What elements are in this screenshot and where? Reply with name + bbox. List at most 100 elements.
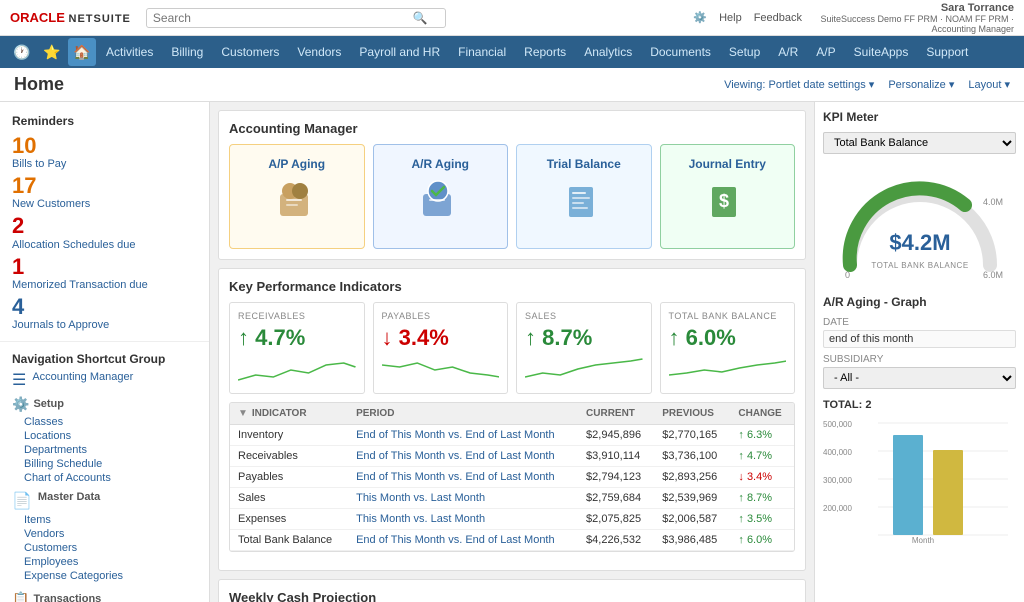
am-journal-entry[interactable]: Journal Entry $: [660, 144, 796, 249]
master-vendors[interactable]: Vendors: [0, 527, 209, 541]
search-input[interactable]: [153, 11, 413, 25]
reminder-bills[interactable]: 10 Bills to Pay: [0, 132, 209, 172]
nav-ar[interactable]: A/R: [770, 41, 806, 63]
subsidiary-dropdown[interactable]: - All -: [823, 367, 1016, 389]
row-change: ↑ 3.5%: [730, 509, 794, 530]
nav-support[interactable]: Support: [918, 41, 976, 63]
setup-chart[interactable]: Chart of Accounts: [0, 471, 209, 485]
nav-vendors[interactable]: Vendors: [289, 41, 349, 63]
kpi-receivables[interactable]: RECEIVABLES ↑ 4.7%: [229, 302, 365, 394]
reminder-memorized[interactable]: 1 Memorized Transaction due: [0, 253, 209, 293]
master-customers[interactable]: Customers: [0, 541, 209, 555]
kpi-meter-dropdown[interactable]: Total Bank Balance: [823, 132, 1016, 154]
allocation-label[interactable]: Allocation Schedules due: [12, 239, 197, 251]
date-value: end of this month: [823, 330, 1016, 348]
row-period[interactable]: End of This Month vs. End of Last Month: [348, 446, 578, 467]
ar-aging-title: A/R Aging - Graph: [823, 295, 1016, 309]
accounting-manager-card-title: Accounting Manager: [229, 121, 795, 136]
accounting-manager-group[interactable]: ☰ Accounting Manager: [0, 368, 209, 392]
nav-suiteapps[interactable]: SuiteApps: [846, 41, 917, 63]
svg-text:0: 0: [845, 270, 850, 280]
ar-aging-section: A/R Aging - Graph DATE end of this month…: [823, 295, 1016, 545]
user-actions-icon[interactable]: ⚙️: [693, 11, 707, 24]
bills-label[interactable]: Bills to Pay: [12, 158, 197, 170]
doc-icon: 📄: [12, 491, 32, 511]
nav-home-icon[interactable]: 🏠: [68, 38, 96, 66]
row-previous: $3,986,485: [654, 530, 730, 551]
nav-customers[interactable]: Customers: [213, 41, 287, 63]
row-period[interactable]: End of This Month vs. End of Last Month: [348, 530, 578, 551]
nav-financial[interactable]: Financial: [450, 41, 514, 63]
svg-text:TOTAL BANK BALANCE: TOTAL BANK BALANCE: [871, 261, 968, 270]
am-trial-balance[interactable]: Trial Balance: [516, 144, 652, 249]
subsidiary-field: SUBSIDIARY - All -: [823, 354, 1016, 393]
reminder-allocation[interactable]: 2 Allocation Schedules due: [0, 212, 209, 252]
row-indicator: Inventory: [230, 425, 348, 446]
nav-reports[interactable]: Reports: [516, 41, 574, 63]
table-row: Inventory End of This Month vs. End of L…: [230, 425, 794, 446]
sort-icon[interactable]: ▼: [238, 408, 248, 419]
nav-setup[interactable]: Setup: [721, 41, 768, 63]
reminder-journals[interactable]: 4 Journals to Approve: [0, 293, 209, 333]
nav-analytics[interactable]: Analytics: [576, 41, 640, 63]
row-period[interactable]: This Month vs. Last Month: [348, 509, 578, 530]
kpi-bank-value: ↑ 6.0%: [669, 325, 787, 351]
nav-documents[interactable]: Documents: [642, 41, 719, 63]
kpi-card: Key Performance Indicators RECEIVABLES ↑…: [218, 268, 806, 571]
nav-clock-icon[interactable]: 🕐: [8, 38, 36, 66]
kpi-bank-balance[interactable]: TOTAL BANK BALANCE ↑ 6.0%: [660, 302, 796, 394]
nav-activities[interactable]: Activities: [98, 41, 161, 63]
row-period[interactable]: End of This Month vs. End of Last Month: [348, 467, 578, 488]
setup-departments[interactable]: Departments: [0, 443, 209, 457]
master-employees[interactable]: Employees: [0, 555, 209, 569]
date-field: DATE end of this month: [823, 317, 1016, 348]
nav-star-icon[interactable]: ⭐: [38, 38, 66, 66]
nav-billing[interactable]: Billing: [163, 41, 211, 63]
nav-ap[interactable]: A/P: [808, 41, 843, 63]
setup-billing[interactable]: Billing Schedule: [0, 457, 209, 471]
memorized-label[interactable]: Memorized Transaction due: [12, 279, 197, 291]
main-content: Accounting Manager A/P Aging: [210, 102, 814, 602]
personalize-button[interactable]: Personalize: [888, 78, 954, 91]
top-right-actions: ⚙️ Help Feedback Sara Torrance SuiteSucc…: [693, 2, 1014, 34]
row-previous: $2,006,587: [654, 509, 730, 530]
kpi-rec-spark: [238, 355, 356, 385]
kpi-rec-value: ↑ 4.7%: [238, 325, 356, 351]
setup-locations[interactable]: Locations: [0, 429, 209, 443]
right-panel: KPI Meter Total Bank Balance $4.2M TOTAL…: [814, 102, 1024, 602]
reminder-customers[interactable]: 17 New Customers: [0, 172, 209, 212]
kpi-payables[interactable]: PAYABLES ↓ 3.4%: [373, 302, 509, 394]
master-items[interactable]: Items: [0, 513, 209, 527]
help-link[interactable]: Help: [719, 12, 742, 24]
row-change: ↑ 6.0%: [730, 530, 794, 551]
setup-classes[interactable]: Classes: [0, 415, 209, 429]
user-info: Sara Torrance SuiteSuccess Demo FF PRM ·…: [814, 2, 1014, 34]
feedback-link[interactable]: Feedback: [754, 12, 802, 24]
search-box[interactable]: 🔍: [146, 8, 446, 28]
row-indicator: Sales: [230, 488, 348, 509]
customers-label[interactable]: New Customers: [12, 198, 197, 210]
row-indicator: Receivables: [230, 446, 348, 467]
kpi-pay-spark: [382, 355, 500, 385]
row-period[interactable]: End of This Month vs. End of Last Month: [348, 425, 578, 446]
master-expenses[interactable]: Expense Categories: [0, 569, 209, 583]
kpi-sales[interactable]: SALES ↑ 8.7%: [516, 302, 652, 394]
table-row: Sales This Month vs. Last Month $2,759,6…: [230, 488, 794, 509]
kpi-rec-label: RECEIVABLES: [238, 311, 356, 321]
am-journal-entry-icon: $: [669, 179, 787, 232]
accounting-manager-grid: A/P Aging A/R Aging: [229, 144, 795, 249]
gauge-container: $4.2M TOTAL BANK BALANCE 0 4.0M 6.0M: [823, 170, 1016, 283]
accounting-manager-link[interactable]: Accounting Manager: [32, 370, 157, 384]
nav-payroll[interactable]: Payroll and HR: [351, 41, 448, 63]
row-indicator: Total Bank Balance: [230, 530, 348, 551]
subsidiary-label: SUBSIDIARY: [823, 354, 1016, 365]
am-ap-aging[interactable]: A/P Aging: [229, 144, 365, 249]
layout-button[interactable]: Layout: [968, 78, 1010, 91]
kpi-meter-title: KPI Meter: [823, 110, 1016, 124]
row-change: ↑ 8.7%: [730, 488, 794, 509]
portlet-date-settings[interactable]: Viewing: Portlet date settings: [724, 78, 874, 91]
row-period[interactable]: This Month vs. Last Month: [348, 488, 578, 509]
am-journal-entry-title: Journal Entry: [669, 157, 787, 171]
am-ar-aging[interactable]: A/R Aging: [373, 144, 509, 249]
journals-label[interactable]: Journals to Approve: [12, 319, 197, 331]
